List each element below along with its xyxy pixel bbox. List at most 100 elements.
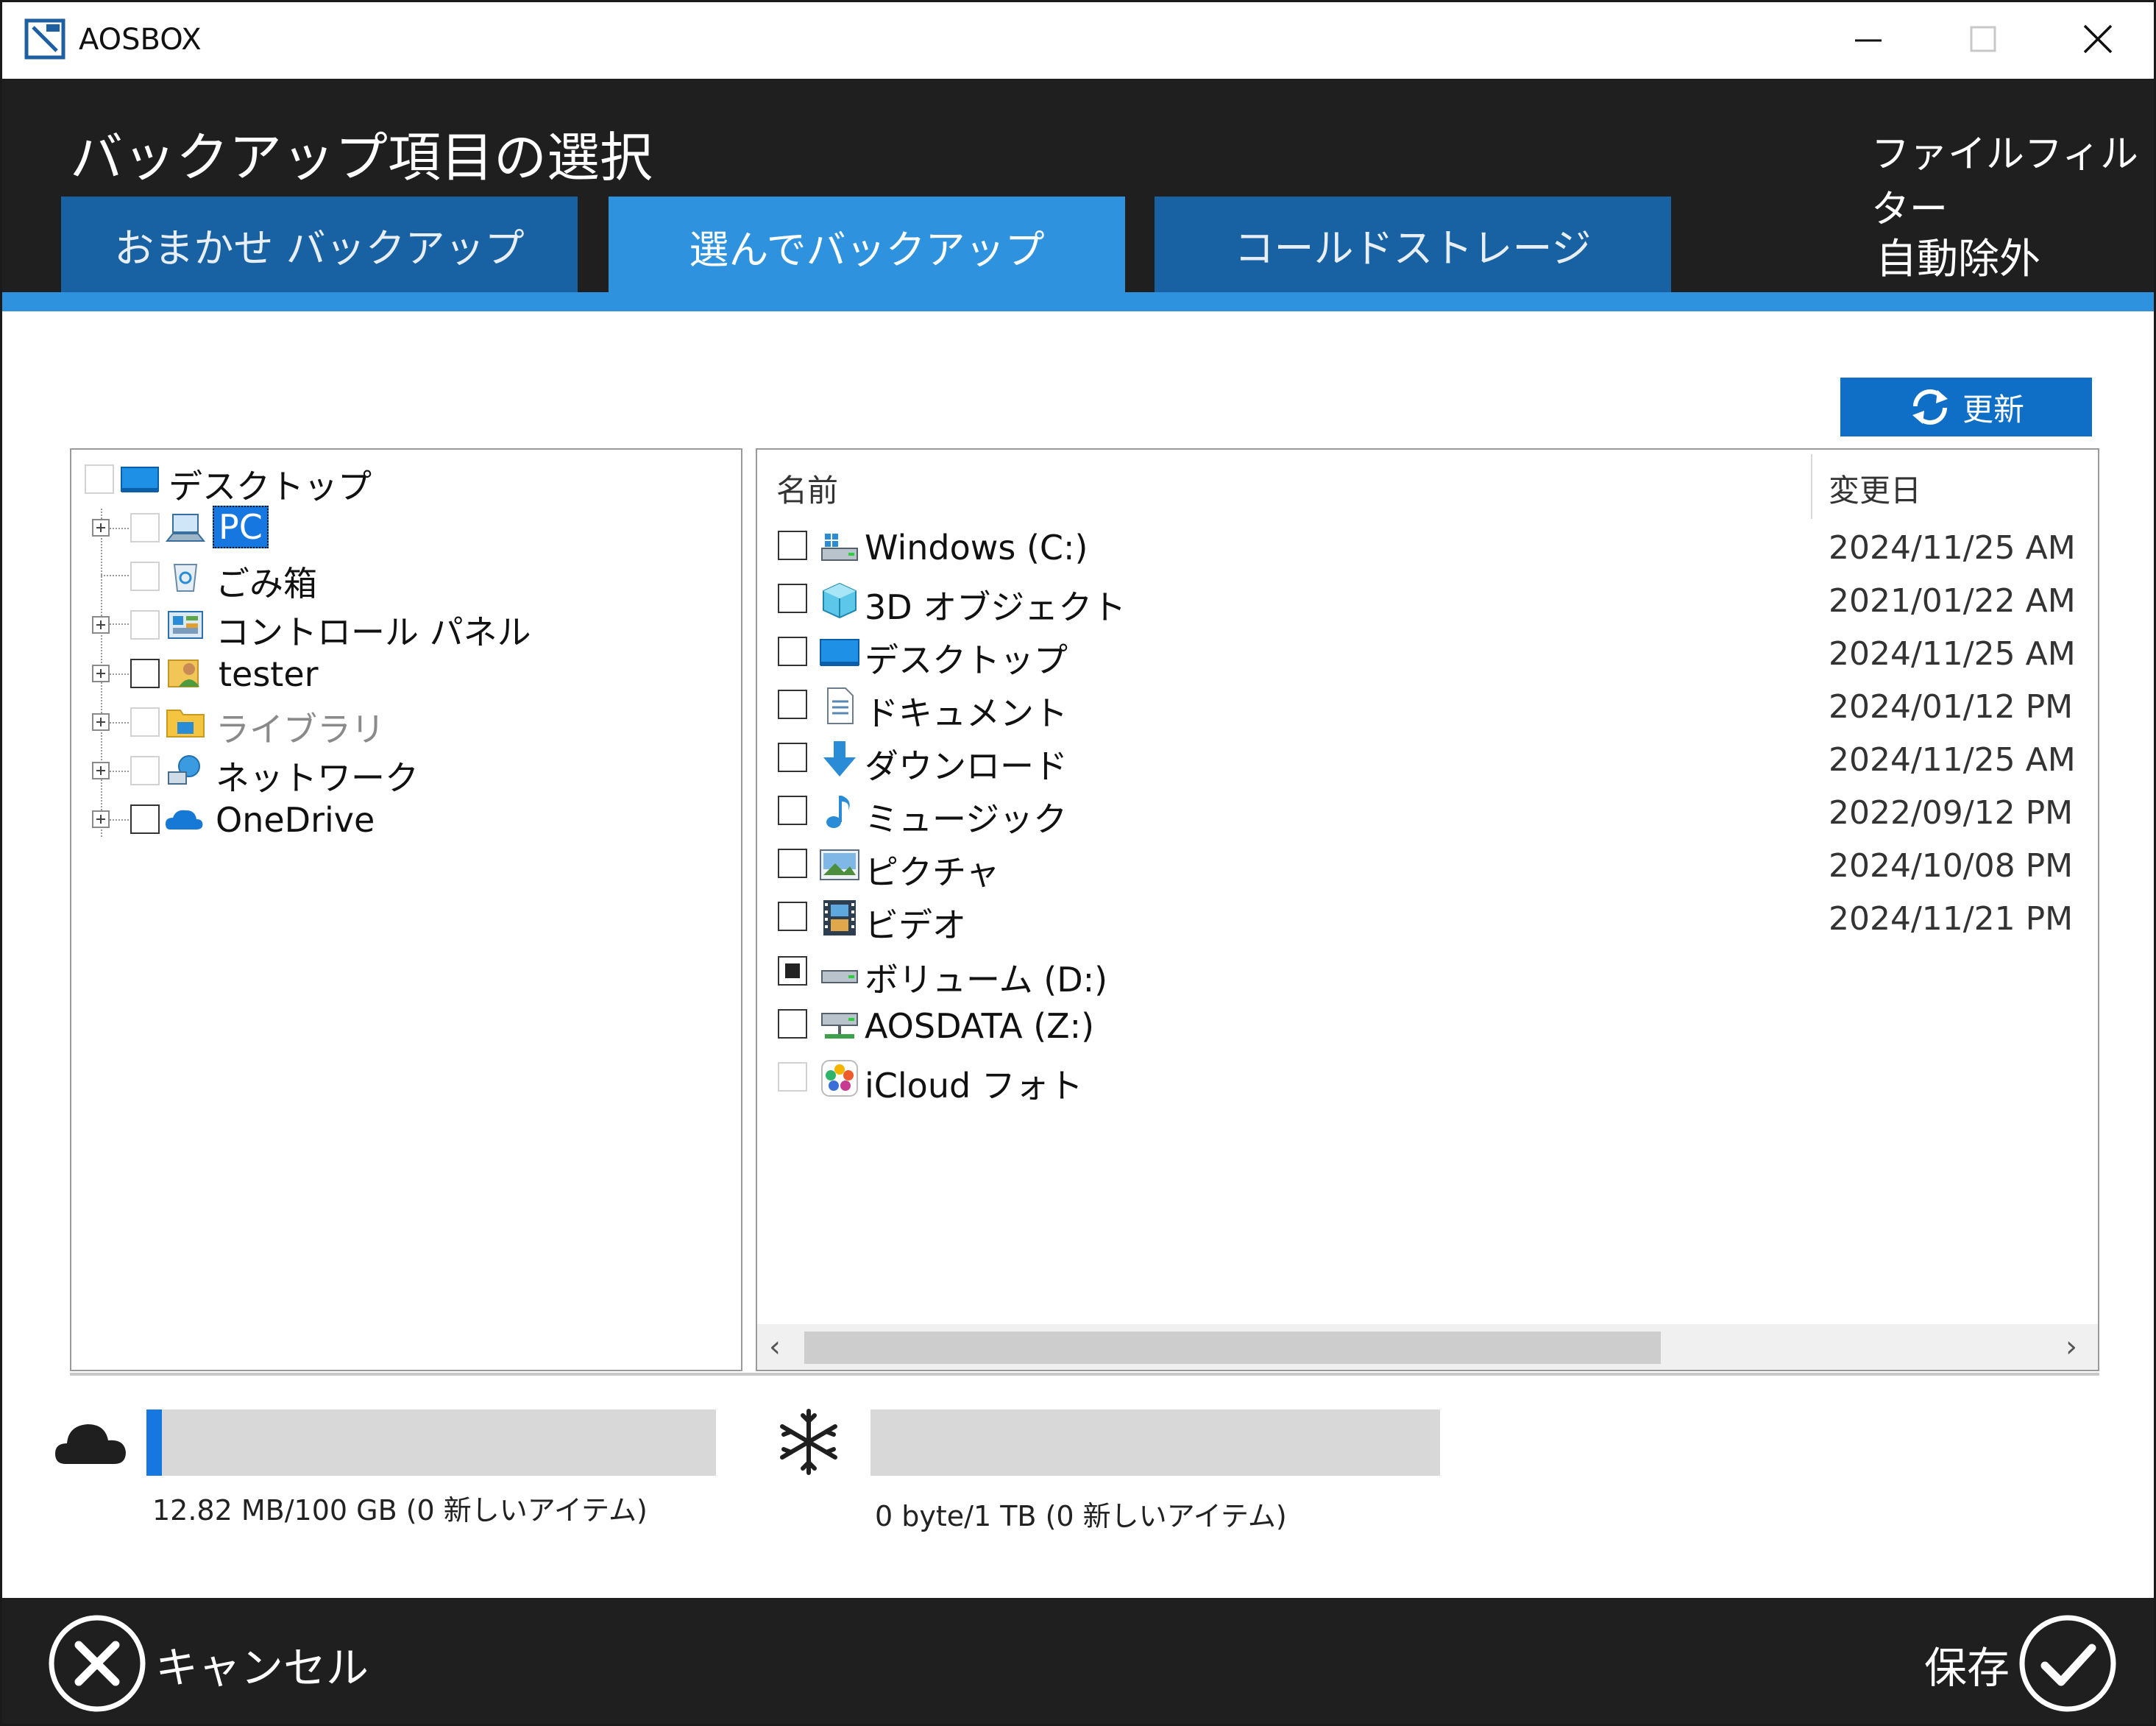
- library-icon: [166, 710, 205, 738]
- network-icon: [168, 755, 200, 785]
- item-checkbox[interactable]: [778, 956, 807, 986]
- aosbox-logo-icon: [24, 18, 65, 60]
- horizontal-scrollbar[interactable]: ‹ ›: [757, 1324, 2098, 1370]
- list-item[interactable]: AOSDATA (Z:): [757, 1003, 2098, 1047]
- expand-icon[interactable]: [92, 810, 110, 828]
- item-checkbox[interactable]: [778, 796, 807, 825]
- tree-checkbox[interactable]: [130, 562, 160, 591]
- tree-item-recycle-bin[interactable]: ごみ箱: [71, 554, 734, 604]
- item-date: 2024/11/25 AM: [1829, 635, 2076, 673]
- column-separator[interactable]: [1811, 454, 1812, 519]
- tree-item-control-panel[interactable]: コントロール パネル: [71, 603, 734, 652]
- item-checkbox[interactable]: [778, 584, 807, 613]
- expand-icon[interactable]: [92, 519, 110, 537]
- tree-item-label: ネットワーク: [216, 758, 419, 798]
- tree-item-label: tester: [219, 654, 319, 694]
- checkmark-icon[interactable]: [2017, 1613, 2118, 1714]
- item-checkbox[interactable]: [778, 1062, 807, 1092]
- file-filter-link[interactable]: ファイルフィルター: [1871, 123, 2154, 233]
- tree-item-label: デスクトップ: [169, 467, 372, 506]
- scroll-right-icon[interactable]: ›: [2065, 1330, 2077, 1364]
- cancel-button[interactable]: キャンセル: [155, 1633, 369, 1695]
- item-checkbox[interactable]: [778, 902, 807, 931]
- tree-checkbox[interactable]: [130, 804, 160, 834]
- refresh-button[interactable]: 更新: [1840, 378, 2092, 436]
- column-header-date[interactable]: 変更日: [1829, 466, 1921, 511]
- documents-icon: [827, 687, 854, 724]
- item-date: 2024/01/12 PM: [1829, 688, 2074, 726]
- header: バックアップ項目の選択 ファイルフィルター おまかせ バックアップ 選んでバック…: [2, 79, 2154, 295]
- expand-icon[interactable]: [92, 713, 110, 731]
- tree-item-pc[interactable]: PC: [71, 506, 734, 550]
- page-title: バックアップ項目の選択: [70, 127, 653, 188]
- scroll-left-icon[interactable]: ‹: [769, 1330, 781, 1364]
- tree-item-network[interactable]: ネットワーク: [71, 749, 734, 798]
- snowflake-icon: [780, 1409, 837, 1475]
- folder-contents-list[interactable]: 名前 変更日 Windows (C:) 2024/11/25 AM 3D オブジ…: [756, 448, 2099, 1371]
- footer: キャンセル 保存: [2, 1598, 2154, 1724]
- tab-underline: [2, 292, 2154, 311]
- item-checkbox[interactable]: [778, 743, 807, 772]
- maximize-icon[interactable]: [1954, 15, 2013, 66]
- videos-icon: [823, 900, 856, 935]
- tree-item-library[interactable]: ライブラリ: [71, 700, 734, 749]
- list-item[interactable]: 3D オブジェクト 2021/01/22 AM: [757, 578, 2098, 627]
- minimize-icon[interactable]: [1839, 15, 1898, 66]
- tree-checkbox[interactable]: [130, 659, 160, 688]
- item-date: 2024/11/21 PM: [1829, 900, 2074, 938]
- auto-exclude-link[interactable]: 自動除外: [1876, 226, 2040, 286]
- scrollbar-thumb[interactable]: [804, 1331, 1661, 1364]
- desktop-icon: [820, 639, 859, 666]
- tab-cold-storage[interactable]: コールドストレージ: [1155, 197, 1671, 292]
- item-checkbox[interactable]: [778, 637, 807, 666]
- item-name: iCloud フォト: [865, 1066, 1083, 1106]
- list-item[interactable]: iCloud フォト: [757, 1056, 2098, 1106]
- item-name: ボリューム (D:): [865, 960, 1108, 1000]
- tree-item-tester[interactable]: tester: [71, 651, 734, 696]
- list-item[interactable]: ドキュメント 2024/01/12 PM: [757, 684, 2098, 733]
- desktop-icon: [121, 467, 159, 492]
- tree-checkbox[interactable]: [130, 707, 160, 737]
- control-panel-icon: [168, 611, 203, 639]
- list-item[interactable]: ボリューム (D:): [757, 950, 2098, 1000]
- column-header-name[interactable]: 名前: [776, 466, 838, 511]
- item-date: 2024/11/25 AM: [1829, 741, 2076, 779]
- tree-checkbox[interactable]: [85, 464, 114, 494]
- tree-item-onedrive[interactable]: OneDrive: [71, 797, 734, 841]
- expand-icon[interactable]: [92, 616, 110, 634]
- cold-storage-quota-bar: [870, 1410, 1440, 1476]
- user-icon: [168, 659, 199, 687]
- item-name: ダウンロード: [865, 746, 1068, 786]
- onedrive-icon: [166, 810, 203, 830]
- tree-checkbox[interactable]: [130, 513, 160, 542]
- tree-checkbox[interactable]: [130, 756, 160, 785]
- tree-item-desktop[interactable]: デスクトップ: [71, 457, 734, 506]
- close-icon[interactable]: [2068, 15, 2127, 66]
- item-checkbox[interactable]: [778, 849, 807, 878]
- list-item[interactable]: ミュージック 2022/09/12 PM: [757, 790, 2098, 839]
- item-checkbox[interactable]: [778, 531, 807, 560]
- tree-checkbox[interactable]: [130, 610, 160, 640]
- expand-icon[interactable]: [92, 762, 110, 779]
- expand-icon[interactable]: [92, 665, 110, 682]
- downloads-icon: [823, 741, 856, 777]
- title-bar: AOSBOX: [2, 2, 2154, 79]
- tree-item-label: コントロール パネル: [216, 612, 531, 652]
- item-checkbox[interactable]: [778, 690, 807, 719]
- item-name: デスクトップ: [865, 640, 1068, 680]
- list-item[interactable]: ビデオ 2024/11/21 PM: [757, 896, 2098, 945]
- list-item[interactable]: デスクトップ 2024/11/25 AM: [757, 631, 2098, 680]
- folder-tree[interactable]: デスクトップ PC ごみ箱 コントロール パネル tester ライブラリ ネッ…: [70, 448, 742, 1371]
- save-button[interactable]: 保存: [1924, 1633, 2010, 1695]
- tab-auto-backup[interactable]: おまかせ バックアップ: [61, 197, 578, 292]
- list-item[interactable]: ピクチャ 2024/10/08 PM: [757, 843, 2098, 892]
- tab-select-backup[interactable]: 選んでバックアップ: [609, 197, 1125, 295]
- item-name: ピクチャ: [865, 852, 1000, 892]
- list-item[interactable]: Windows (C:) 2024/11/25 AM: [757, 525, 2098, 569]
- item-name: AOSDATA (Z:): [865, 1006, 1095, 1046]
- cancel-icon[interactable]: [46, 1613, 148, 1714]
- item-date: 2024/10/08 PM: [1829, 847, 2074, 885]
- item-checkbox[interactable]: [778, 1009, 807, 1039]
- list-item[interactable]: ダウンロード 2024/11/25 AM: [757, 737, 2098, 786]
- music-icon: [826, 796, 850, 828]
